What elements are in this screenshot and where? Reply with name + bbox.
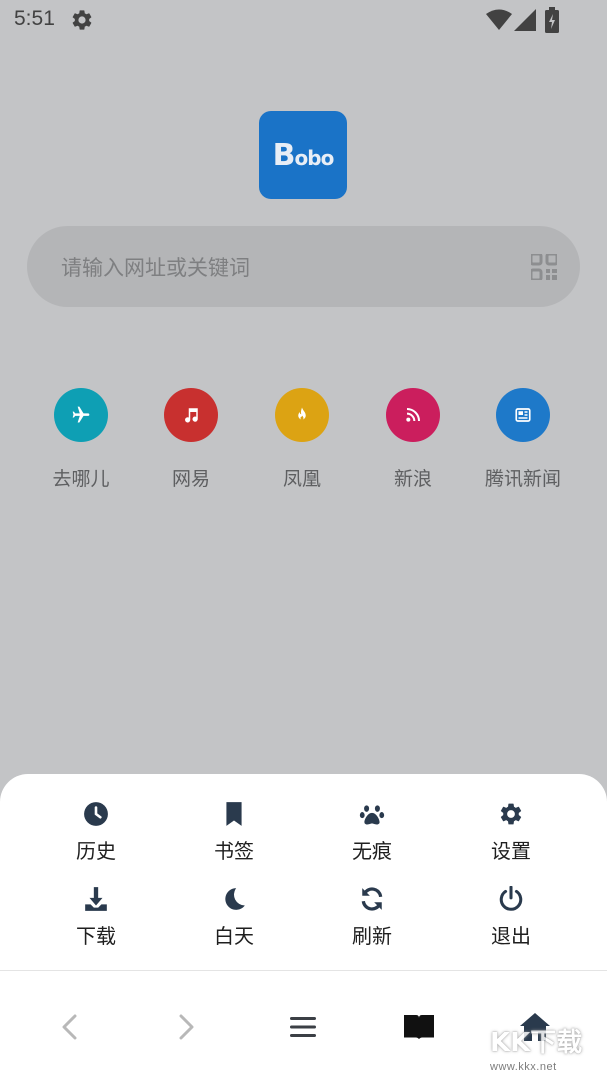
music-note-icon xyxy=(164,388,218,442)
menu-label: 历史 xyxy=(76,839,116,863)
paw-icon xyxy=(359,805,385,825)
menu-label: 刷新 xyxy=(352,924,392,948)
shortcut-label: 网易 xyxy=(171,468,210,490)
airplane-icon xyxy=(54,388,108,442)
logo-text: Bobo xyxy=(272,137,335,173)
menu-label: 白天 xyxy=(214,924,254,948)
status-bar: 5:51 xyxy=(0,0,607,42)
qr-code-icon[interactable] xyxy=(531,254,557,280)
back-icon[interactable] xyxy=(54,1010,88,1044)
refresh-icon xyxy=(361,887,383,911)
shortcut-label: 去哪儿 xyxy=(52,468,110,490)
forward-icon[interactable] xyxy=(168,1010,202,1044)
divider xyxy=(0,970,607,971)
menu-icon[interactable] xyxy=(286,1010,320,1044)
download-icon xyxy=(85,887,107,911)
shortcut-sina[interactable]: 新浪 xyxy=(358,388,468,491)
shortcut-ifeng[interactable]: 凤凰 xyxy=(247,388,357,491)
status-time: 5:51 xyxy=(14,7,55,30)
search-placeholder: 请输入网址或关键词 xyxy=(61,256,250,280)
menu-label: 下载 xyxy=(76,924,116,948)
shortcut-tencent-news[interactable]: 腾讯新闻 xyxy=(468,388,578,491)
watermark-logo: KK下载 www.kkx.net xyxy=(490,1028,583,1073)
bookmark-icon xyxy=(226,802,242,826)
menu-label: 书签 xyxy=(214,839,254,863)
menu-incognito-button[interactable]: 无痕 xyxy=(322,801,422,864)
menu-settings-button[interactable]: 设置 xyxy=(461,801,561,864)
menu-refresh-button[interactable]: 刷新 xyxy=(322,886,422,949)
rss-icon xyxy=(386,388,440,442)
gear-icon xyxy=(72,10,92,30)
menu-label: 无痕 xyxy=(352,839,392,863)
clock-icon xyxy=(84,802,108,826)
shortcut-label: 新浪 xyxy=(393,468,432,490)
wifi-icon xyxy=(486,9,512,30)
menu-downloads-button[interactable]: 下载 xyxy=(46,886,146,949)
flame-icon xyxy=(275,388,329,442)
battery-charging-icon xyxy=(545,7,559,33)
menu-bookmarks-button[interactable]: 书签 xyxy=(184,801,284,864)
signal-icon xyxy=(514,9,536,31)
shortcut-label: 凤凰 xyxy=(282,468,321,490)
shortcut-label: 腾讯新闻 xyxy=(484,468,561,490)
moon-icon xyxy=(225,888,245,910)
power-icon xyxy=(499,886,523,911)
menu-label: 设置 xyxy=(491,839,531,863)
book-icon[interactable] xyxy=(402,1010,436,1044)
menu-day-mode-button[interactable]: 白天 xyxy=(184,886,284,949)
app-logo: Bobo xyxy=(259,111,347,199)
search-input[interactable]: 请输入网址或关键词 xyxy=(27,226,580,307)
menu-history-button[interactable]: 历史 xyxy=(46,801,146,864)
menu-exit-button[interactable]: 退出 xyxy=(461,886,561,949)
shortcut-qunar[interactable]: 去哪儿 xyxy=(26,388,136,491)
shortcut-netease[interactable]: 网易 xyxy=(136,388,246,491)
menu-label: 退出 xyxy=(491,924,531,948)
newspaper-icon xyxy=(496,388,550,442)
gear-icon xyxy=(500,803,522,825)
